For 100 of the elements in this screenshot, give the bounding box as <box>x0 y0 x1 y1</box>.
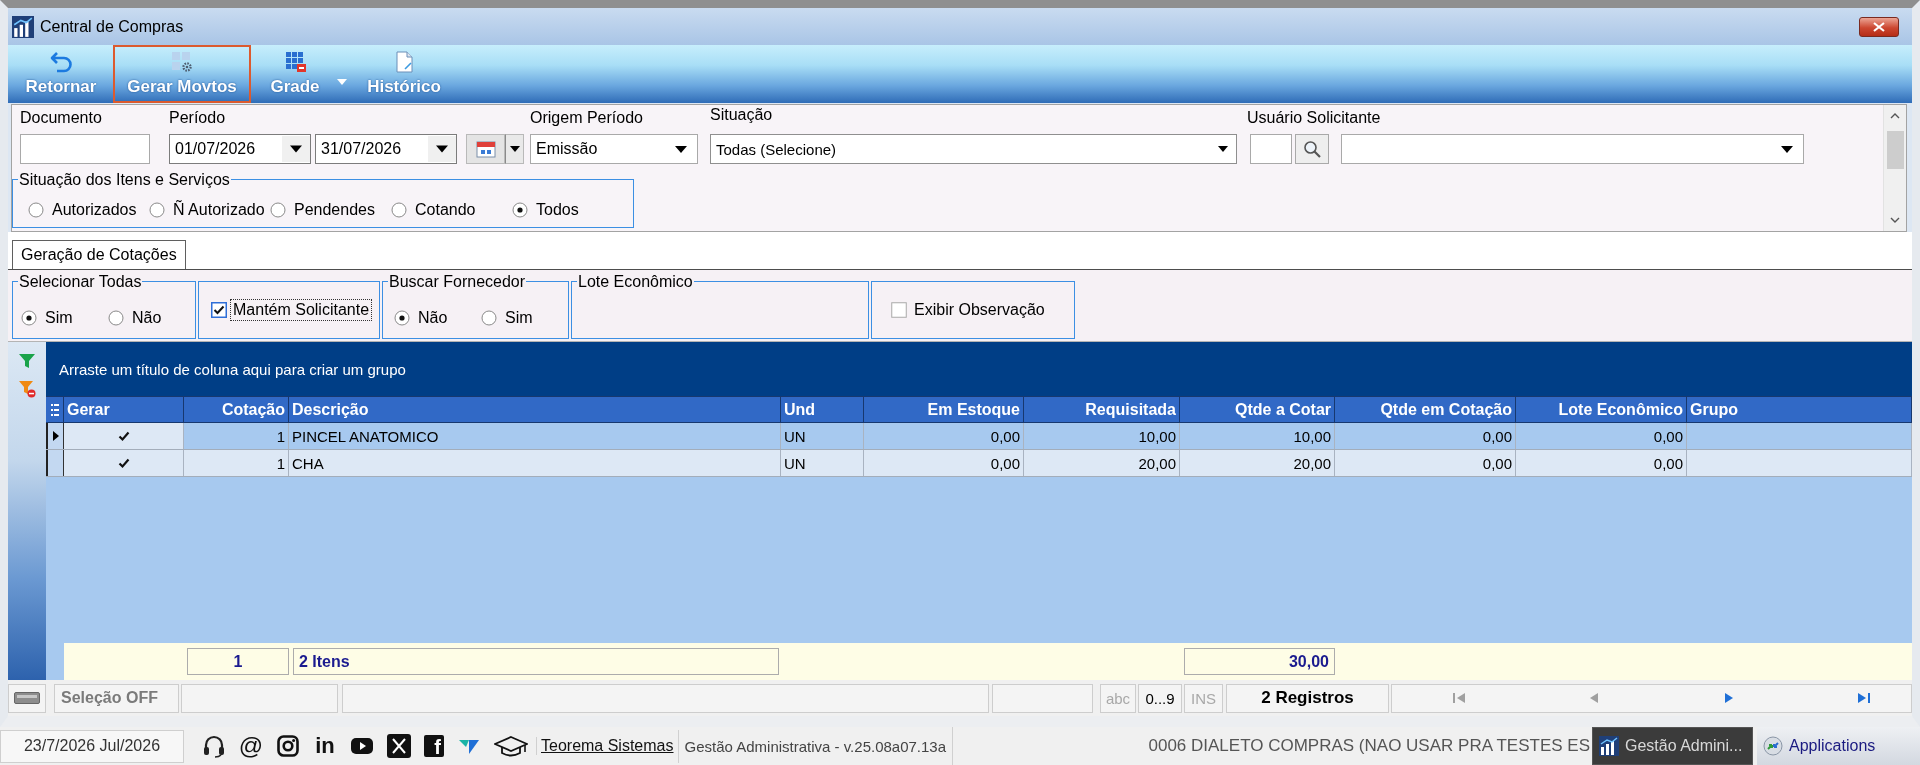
group-title: Lote Econômico <box>577 273 694 290</box>
column-header[interactable]: Qtde em Cotação <box>1335 397 1516 422</box>
headset-icon[interactable] <box>202 734 226 758</box>
radio-option[interactable]: Sim <box>21 309 108 327</box>
document-input[interactable] <box>20 134 150 164</box>
column-list-icon <box>50 403 59 416</box>
taskbar-button[interactable]: Gestão Admini... <box>1592 727 1753 765</box>
radio-option[interactable]: Cotando <box>391 200 512 219</box>
column-header[interactable]: Und <box>781 397 864 422</box>
table-cell: CHA <box>289 450 781 476</box>
grid-icon <box>283 51 307 73</box>
radio-option[interactable]: Não <box>394 309 481 327</box>
clear-filter-icon[interactable] <box>18 380 36 398</box>
group-by-hint: Arraste um título de coluna aqui para criar um grupo <box>59 360 406 378</box>
calendar-button[interactable] <box>466 134 505 164</box>
field-label: Período <box>169 108 227 128</box>
table-row[interactable]: 1 PINCEL ANATOMICO UN 0,00 10,00 10,00 0,00 0,00 <box>46 423 1912 450</box>
undo-arrow-icon <box>49 51 73 73</box>
table-cell: UN <box>781 423 864 449</box>
caret-icon <box>509 146 520 152</box>
dropdown-button[interactable] <box>505 134 524 164</box>
column-header[interactable]: Descrição <box>289 397 781 422</box>
date-field[interactable]: 01/07/2026 <box>169 134 311 164</box>
table-cell: 10,00 <box>1024 423 1180 449</box>
scroll-thumb[interactable] <box>1886 131 1904 169</box>
key-indicator: 0...9 <box>1138 683 1182 713</box>
radio-option[interactable]: Ñ Autorizado <box>149 200 270 219</box>
table-cell: 0,00 <box>864 423 1024 449</box>
search-button[interactable] <box>1295 134 1329 164</box>
version-text: Gestão Administrativa - v.25.08a07.13a <box>677 729 953 763</box>
checkbox-option[interactable]: Exibir Observação <box>891 299 1048 321</box>
checkbox-cell[interactable] <box>64 423 184 449</box>
column-header[interactable]: Cotação <box>184 397 289 422</box>
column-header[interactable]: Requisitada <box>1024 397 1180 422</box>
key-indicator: INS <box>1184 683 1223 713</box>
column-header[interactable]: Em Estoque <box>864 397 1024 422</box>
field-label: Usuário Solicitante <box>1247 108 1382 128</box>
database-name: 0006 DIALETO COMPRAS (NAO USAR PRA TESTES ES <box>1148 736 1591 756</box>
table-cell: PINCEL ANATOMICO <box>289 423 781 449</box>
date-field[interactable]: 31/07/2026 <box>315 134 457 164</box>
dropdown-arrow-icon <box>675 145 687 153</box>
summary-cell: 2 Itens <box>293 648 779 675</box>
row-indicator <box>46 643 64 680</box>
table-cell: 0,00 <box>1516 450 1687 476</box>
summary-cell: 1 <box>187 648 289 675</box>
table-cell: 1 <box>184 450 289 476</box>
graduation-cap-icon[interactable] <box>494 734 528 758</box>
checkmark-icon <box>117 430 130 442</box>
calendar-icon <box>475 140 496 158</box>
taskbar-button[interactable]: Applications <box>1757 727 1920 765</box>
date-display: 23/7/2026 Jul/2026 <box>0 729 184 763</box>
email-icon[interactable]: @ <box>239 733 263 759</box>
column-header[interactable]: Qtde a Cotar <box>1180 397 1335 422</box>
radio-option[interactable]: Não <box>108 309 195 327</box>
scroll-down-icon <box>1890 217 1900 223</box>
user-code-input[interactable] <box>1250 134 1292 164</box>
scrollbar[interactable] <box>1883 105 1906 231</box>
facebook-icon[interactable]: f <box>424 735 444 757</box>
skip-end-icon <box>1857 692 1871 704</box>
table-cell: 20,00 <box>1024 450 1180 476</box>
radio-option[interactable]: Pendendes <box>270 200 391 219</box>
grid-gear-icon <box>170 51 194 73</box>
instagram-icon[interactable] <box>276 734 300 758</box>
selection-status: Seleção OFF <box>54 683 179 713</box>
table-cell: UN <box>781 450 864 476</box>
dropdown-arrow-icon <box>1781 145 1793 153</box>
field-label: Origem Período <box>530 108 644 128</box>
column-header[interactable]: Gerar <box>64 397 184 422</box>
x-icon[interactable] <box>387 734 411 758</box>
tab[interactable]: Geração de Cotações <box>12 240 186 269</box>
group-title: Buscar Fornecedor <box>388 273 527 290</box>
table-row[interactable]: 1 CHA UN 0,00 20,00 20,00 0,00 0,00 <box>46 450 1912 477</box>
company-link[interactable]: Teorema Sistemas <box>536 737 678 755</box>
dropdown-arrow-icon <box>1218 146 1228 152</box>
radio-option[interactable]: Sim <box>481 309 568 327</box>
table-cell: 0,00 <box>1335 450 1516 476</box>
group-title: Selecionar Todas <box>18 273 143 290</box>
column-header[interactable]: Grupo <box>1687 397 1912 422</box>
skip-start-icon <box>1452 692 1466 704</box>
bar-chart-icon <box>1599 736 1619 756</box>
radio-option[interactable]: Autorizados <box>28 200 149 219</box>
record-count: 2 Registros <box>1226 683 1389 713</box>
key-indicator: abc <box>1100 683 1136 713</box>
column-header[interactable]: Lote Econômico <box>1516 397 1687 422</box>
field-label: Documento <box>20 108 103 128</box>
close-icon <box>1873 21 1885 32</box>
caret-icon <box>337 79 347 85</box>
table-cell: 1 <box>184 423 289 449</box>
dropdown-field[interactable]: Emissão <box>530 134 698 164</box>
arrows-globe-icon <box>1763 736 1783 756</box>
close-button[interactable] <box>1859 16 1899 37</box>
filter-icon[interactable] <box>18 352 36 370</box>
scroll-up-icon <box>1890 113 1900 119</box>
dropdown-field[interactable] <box>1341 134 1804 164</box>
dropdown-field[interactable]: Todas (Selecione) <box>710 134 1237 164</box>
summary-cell: 30,00 <box>1184 648 1335 675</box>
search-icon <box>1303 140 1321 158</box>
linkedin-icon[interactable]: in <box>313 733 337 759</box>
field-label: Situação <box>710 105 774 125</box>
radio-option[interactable]: Todos <box>512 200 633 219</box>
